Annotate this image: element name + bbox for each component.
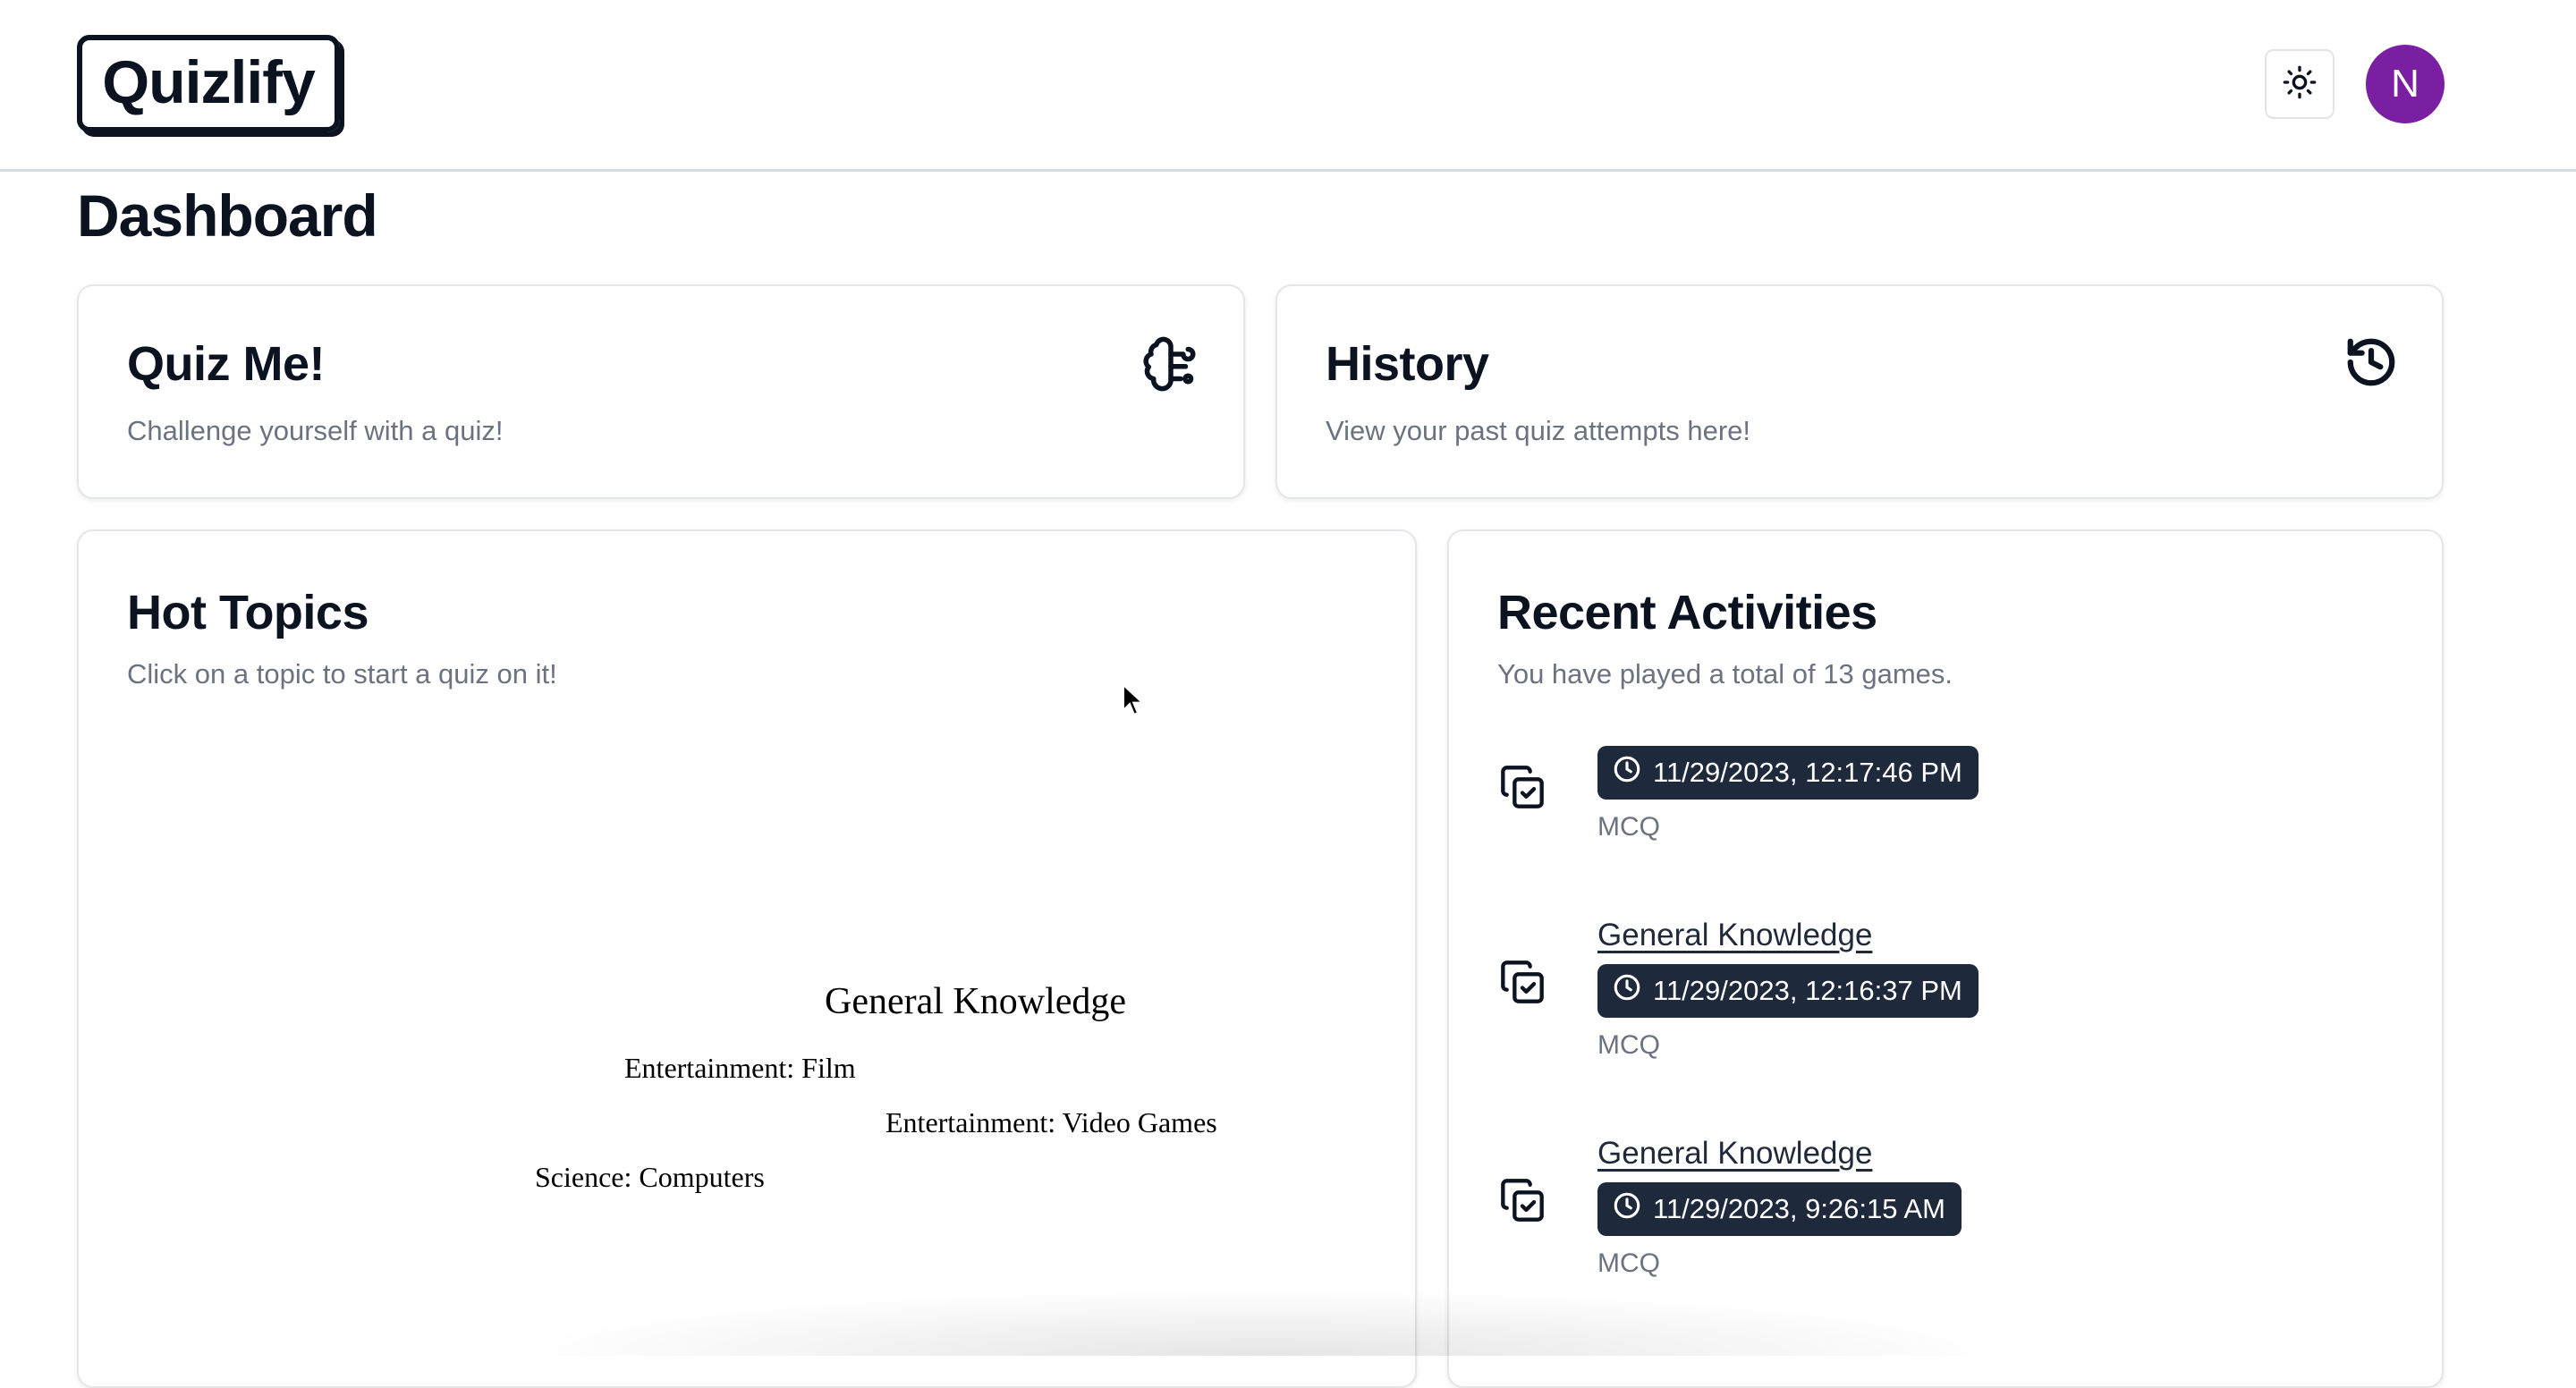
topic-word[interactable]: Entertainment: Film xyxy=(624,1052,856,1085)
user-avatar[interactable]: N xyxy=(2366,45,2445,123)
quiz-me-card[interactable]: Quiz Me! Challenge yourself with a quiz! xyxy=(77,284,1245,499)
activity-topic-link[interactable]: General Knowledge xyxy=(1597,1136,1872,1172)
activity-item: General Knowledge 11/29/2023, 12:16:37 P… xyxy=(1449,918,2442,1114)
theme-toggle-button[interactable] xyxy=(2265,49,2334,119)
recent-activities-subtitle: You have played a total of 13 games. xyxy=(1497,658,1953,690)
copy-check-icon xyxy=(1499,764,1546,815)
activity-timestamp-badge: 11/29/2023, 12:16:37 PM xyxy=(1597,964,1979,1018)
clock-icon xyxy=(1612,1190,1642,1228)
activity-type: MCQ xyxy=(1597,812,1660,842)
clock-icon xyxy=(1612,754,1642,791)
recent-activities-title: Recent Activities xyxy=(1497,586,1877,639)
activity-item: 11/29/2023, 12:17:46 PM MCQ xyxy=(1449,746,2442,943)
topic-word-cloud: General Knowledge Entertainment: Film En… xyxy=(79,531,1415,1386)
topic-word[interactable]: Science: Computers xyxy=(535,1161,765,1194)
clock-icon xyxy=(1612,972,1642,1010)
activity-timestamp: 11/29/2023, 12:16:37 PM xyxy=(1653,975,1962,1006)
top-navbar: Quizlify N xyxy=(0,0,2576,172)
activity-type: MCQ xyxy=(1597,1248,1660,1278)
app-logo[interactable]: Quizlify xyxy=(77,35,340,132)
quiz-me-title: Quiz Me! xyxy=(127,337,326,391)
activity-item: General Knowledge 11/29/2023, 9:26:15 AM… xyxy=(1449,1136,2442,1333)
topic-word[interactable]: Entertainment: Video Games xyxy=(886,1106,1217,1139)
activity-timestamp-badge: 11/29/2023, 12:17:46 PM xyxy=(1597,746,1979,800)
topic-word[interactable]: General Knowledge xyxy=(825,980,1126,1023)
quiz-me-subtitle: Challenge yourself with a quiz! xyxy=(127,415,504,446)
history-card[interactable]: History View your past quiz attempts her… xyxy=(1275,284,2444,499)
hot-topics-card: Hot Topics Click on a topic to start a q… xyxy=(77,529,1417,1388)
recent-activities-card: Recent Activities You have played a tota… xyxy=(1447,529,2444,1388)
history-icon xyxy=(2343,334,2399,394)
activity-timestamp: 11/29/2023, 9:26:15 AM xyxy=(1653,1193,1945,1224)
activity-topic-link[interactable]: General Knowledge xyxy=(1597,918,1872,953)
activity-type: MCQ xyxy=(1597,1030,1660,1060)
brain-icon xyxy=(1141,334,1200,398)
mouse-cursor-icon xyxy=(1122,682,1145,722)
page-title: Dashboard xyxy=(77,182,378,249)
history-title: History xyxy=(1326,337,1489,391)
history-subtitle: View your past quiz attempts here! xyxy=(1326,415,1751,446)
sun-icon xyxy=(2282,64,2318,105)
activity-timestamp-badge: 11/29/2023, 9:26:15 AM xyxy=(1597,1182,1962,1236)
copy-check-icon xyxy=(1499,1177,1546,1228)
copy-check-icon xyxy=(1499,959,1546,1010)
activity-timestamp: 11/29/2023, 12:17:46 PM xyxy=(1653,757,1962,788)
